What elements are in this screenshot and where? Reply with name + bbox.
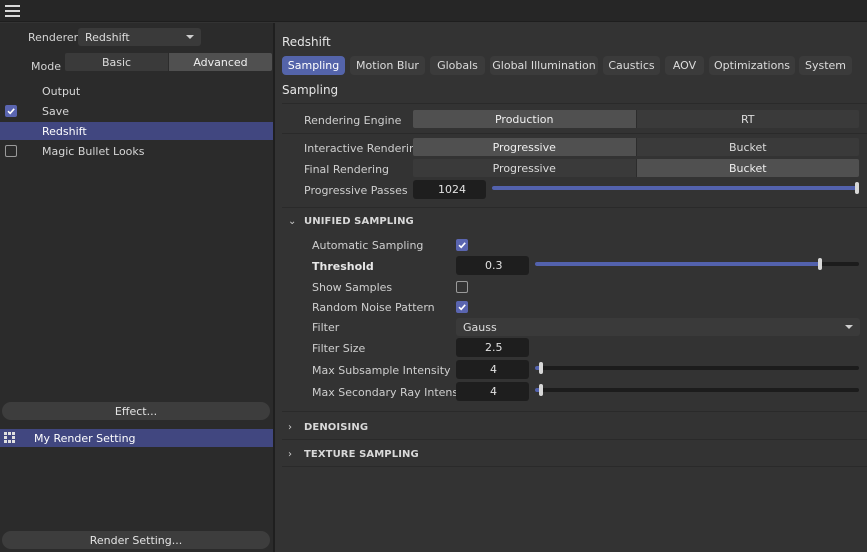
slider-knob[interactable] bbox=[539, 384, 543, 396]
interactive-rendering-toggle: Progressive Bucket bbox=[413, 138, 859, 156]
sidebar-item-label: Magic Bullet Looks bbox=[42, 144, 145, 158]
filter-size-field[interactable]: 2.5 bbox=[456, 338, 529, 357]
renderer-value: Redshift bbox=[85, 30, 130, 44]
checkmark-icon bbox=[458, 242, 466, 249]
tab-caustics[interactable]: Caustics bbox=[603, 56, 660, 75]
final-rendering-label: Final Rendering bbox=[304, 163, 390, 176]
sidebar-item-redshift[interactable]: Redshift bbox=[0, 122, 273, 140]
sidebar-item-label: Output bbox=[42, 84, 81, 98]
chevron-down-icon bbox=[186, 35, 194, 39]
render-setting-icon bbox=[4, 432, 15, 443]
progressive-passes-label: Progressive Passes bbox=[304, 184, 408, 197]
filter-value: Gauss bbox=[463, 320, 497, 334]
slider-fill bbox=[492, 186, 859, 190]
chevron-down-icon bbox=[845, 325, 853, 329]
slider-fill bbox=[535, 262, 820, 266]
sidebar-item-label: Redshift bbox=[42, 124, 87, 138]
threshold-slider[interactable] bbox=[535, 258, 859, 270]
slider-knob[interactable] bbox=[818, 258, 822, 270]
max-subsample-intensity-slider[interactable] bbox=[535, 362, 859, 374]
progressive-passes-slider[interactable] bbox=[492, 182, 859, 194]
mode-label: Mode bbox=[31, 60, 61, 73]
automatic-sampling-label: Automatic Sampling bbox=[312, 239, 424, 252]
checkmark-icon bbox=[7, 108, 15, 115]
tab-sampling[interactable]: Sampling bbox=[282, 56, 345, 75]
texture-sampling-header[interactable]: › TEXTURE SAMPLING bbox=[288, 446, 419, 462]
rendering-engine-toggle: Production RT bbox=[413, 110, 859, 128]
section-header-label: UNIFIED SAMPLING bbox=[304, 215, 414, 227]
tab-global-illumination[interactable]: Global Illumination bbox=[490, 56, 598, 75]
save-checkbox[interactable] bbox=[5, 105, 17, 117]
mode-basic-button[interactable]: Basic bbox=[65, 53, 168, 71]
show-samples-checkbox[interactable] bbox=[456, 281, 468, 293]
denoising-header[interactable]: › DENOISING bbox=[288, 419, 368, 435]
effect-button[interactable]: Effect... bbox=[2, 402, 270, 420]
show-samples-label: Show Samples bbox=[312, 281, 393, 294]
interactive-progressive[interactable]: Progressive bbox=[413, 138, 636, 156]
mode-toggle: Basic Advanced bbox=[65, 53, 272, 71]
mode-advanced-button[interactable]: Advanced bbox=[168, 53, 272, 71]
threshold-label: Threshold bbox=[312, 260, 374, 273]
threshold-field[interactable]: 0.3 bbox=[456, 256, 529, 275]
random-noise-pattern-label: Random Noise Pattern bbox=[312, 301, 435, 314]
divider bbox=[282, 133, 867, 134]
tab-system[interactable]: System bbox=[799, 56, 852, 75]
panel-divider[interactable] bbox=[273, 23, 275, 552]
final-bucket[interactable]: Bucket bbox=[635, 159, 859, 177]
divider bbox=[282, 439, 867, 440]
rendering-engine-production[interactable]: Production bbox=[413, 110, 636, 128]
divider bbox=[282, 103, 867, 104]
unified-sampling-header[interactable]: ⌄ UNIFIED SAMPLING bbox=[288, 213, 414, 229]
render-setting-button[interactable]: Render Setting... bbox=[2, 531, 270, 549]
max-secondary-ray-intensity-slider[interactable] bbox=[535, 384, 859, 396]
final-progressive[interactable]: Progressive bbox=[413, 159, 636, 177]
magic-bullet-checkbox[interactable] bbox=[5, 145, 17, 157]
renderer-label: Renderer bbox=[28, 31, 79, 44]
checkmark-icon bbox=[458, 304, 466, 311]
sidebar-item-label: Save bbox=[42, 104, 70, 118]
sidebar-item-magic-bullet-looks[interactable]: Magic Bullet Looks bbox=[0, 142, 273, 160]
max-subsample-intensity-label: Max Subsample Intensity bbox=[312, 364, 451, 377]
rendering-engine-rt[interactable]: RT bbox=[635, 110, 860, 128]
divider bbox=[282, 466, 867, 467]
render-setting-label: My Render Setting bbox=[34, 431, 136, 445]
page-title: Redshift bbox=[282, 35, 331, 49]
sidebar-item-output[interactable]: Output bbox=[0, 82, 273, 100]
renderer-dropdown[interactable]: Redshift bbox=[78, 28, 201, 46]
max-secondary-ray-intensity-label: Max Secondary Ray Intensity bbox=[312, 386, 473, 399]
sidebar-item-save[interactable]: Save bbox=[0, 102, 273, 120]
automatic-sampling-checkbox[interactable] bbox=[456, 239, 468, 251]
chevron-right-icon: › bbox=[288, 421, 293, 433]
interactive-bucket[interactable]: Bucket bbox=[635, 138, 860, 156]
render-setting-item[interactable]: My Render Setting bbox=[0, 429, 273, 447]
section-header-label: TEXTURE SAMPLING bbox=[304, 448, 419, 460]
section-header-label: DENOISING bbox=[304, 421, 369, 433]
chevron-right-icon: › bbox=[288, 448, 293, 460]
random-noise-pattern-checkbox[interactable] bbox=[456, 301, 468, 313]
tab-motion-blur[interactable]: Motion Blur bbox=[350, 56, 425, 75]
divider bbox=[282, 411, 867, 412]
rendering-engine-label: Rendering Engine bbox=[304, 114, 402, 127]
section-title: Sampling bbox=[282, 83, 339, 97]
slider-knob[interactable] bbox=[539, 362, 543, 374]
filter-size-label: Filter Size bbox=[312, 342, 366, 355]
tab-aov[interactable]: AOV bbox=[665, 56, 704, 75]
progressive-passes-field[interactable]: 1024 bbox=[413, 180, 486, 199]
filter-label: Filter bbox=[312, 321, 340, 334]
tab-globals[interactable]: Globals bbox=[430, 56, 485, 75]
slider-knob[interactable] bbox=[855, 182, 859, 194]
divider bbox=[282, 207, 867, 208]
filter-dropdown[interactable]: Gauss bbox=[456, 318, 860, 336]
tab-optimizations[interactable]: Optimizations bbox=[709, 56, 795, 75]
max-secondary-ray-intensity-field[interactable]: 4 bbox=[456, 382, 529, 401]
final-rendering-toggle: Progressive Bucket bbox=[413, 159, 859, 177]
max-subsample-intensity-field[interactable]: 4 bbox=[456, 360, 529, 379]
menu-bar bbox=[0, 0, 867, 22]
chevron-down-icon: ⌄ bbox=[288, 215, 297, 227]
hamburger-menu-icon[interactable] bbox=[5, 5, 20, 17]
interactive-rendering-label: Interactive Rendering bbox=[304, 142, 423, 155]
